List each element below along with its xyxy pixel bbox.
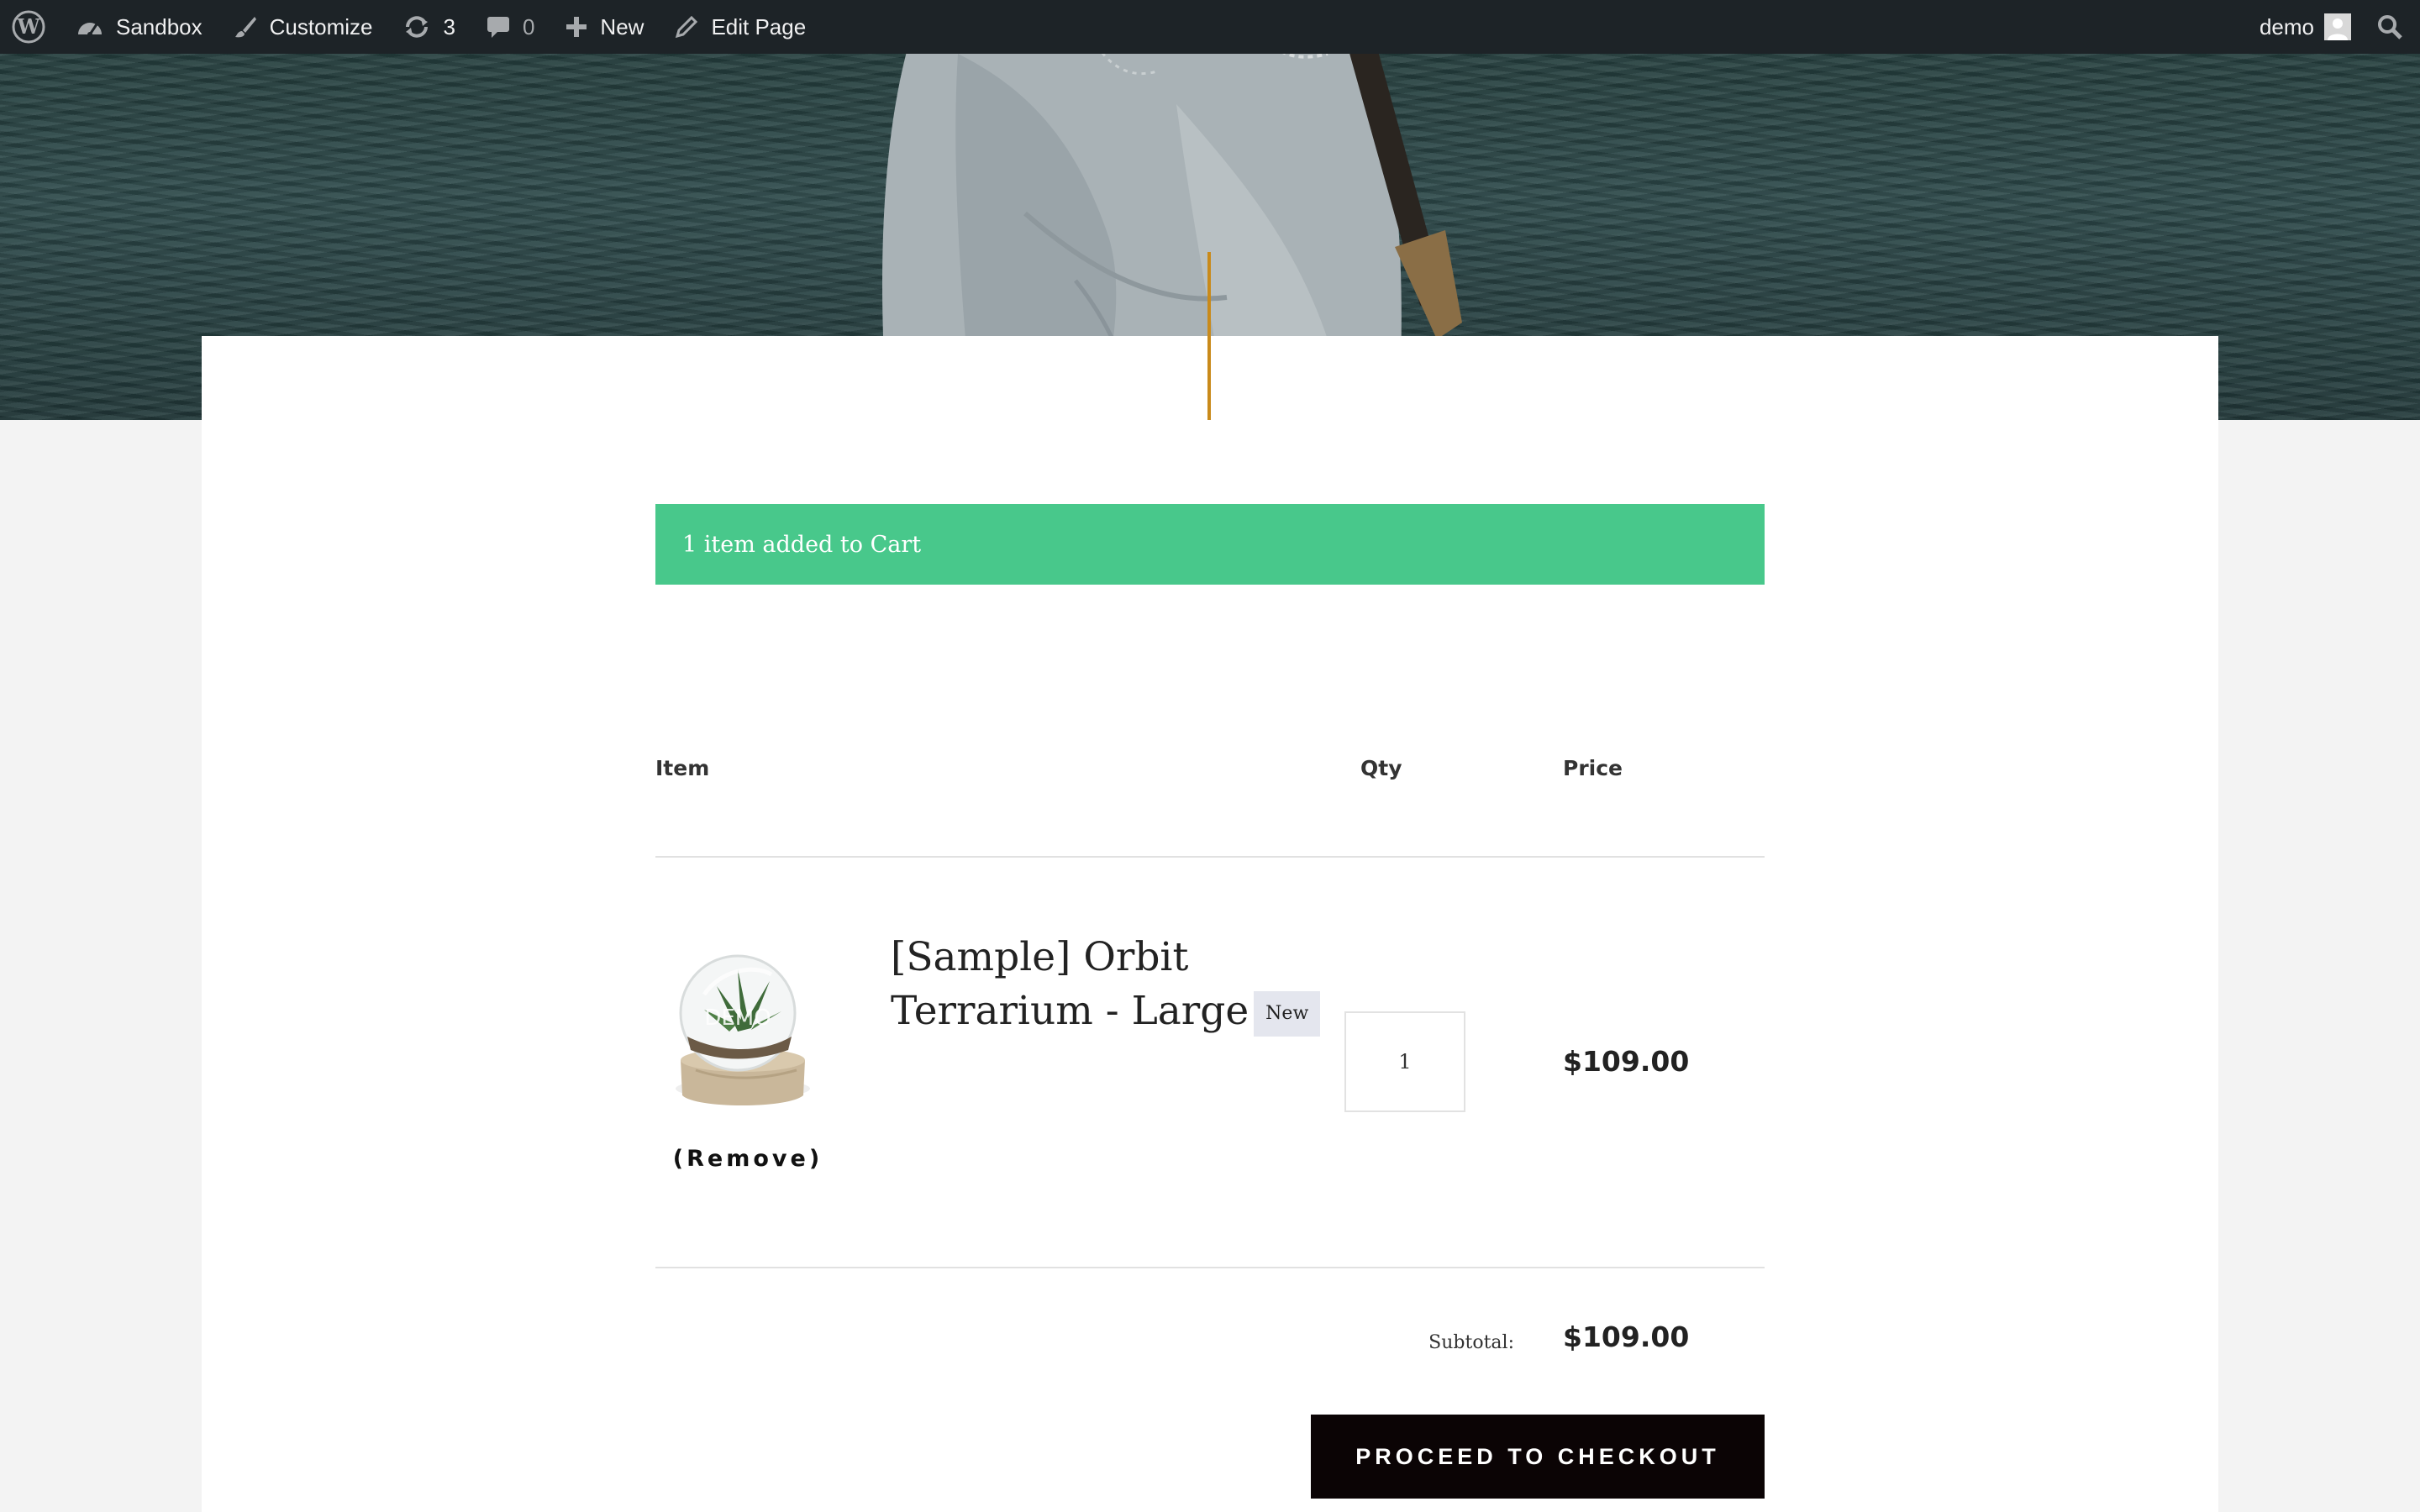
column-header-qty: Qty [1360, 756, 1402, 780]
svg-text:W: W [17, 14, 41, 39]
product-name-link[interactable]: [Sample] Orbit Terrarium - Large New [891, 931, 1361, 1038]
column-header-price: Price [1563, 756, 1623, 780]
subtotal-value: $109.00 [1563, 1320, 1690, 1353]
item-price: $109.00 [1563, 1045, 1690, 1078]
dashboard-icon [76, 14, 104, 39]
plus-icon [565, 15, 588, 39]
comment-bubble-icon [486, 14, 511, 39]
search-icon [2376, 13, 2403, 40]
accent-divider-line [1207, 252, 1211, 420]
edit-page-menu[interactable]: Edit Page [659, 0, 821, 54]
edit-page-label: Edit Page [711, 13, 807, 39]
header-divider [655, 856, 1765, 858]
updates-icon [402, 14, 431, 39]
new-badge: New [1254, 991, 1321, 1037]
site-name-menu[interactable]: Sandbox [60, 0, 218, 54]
product-name-text: [Sample] Orbit Terrarium - Large [891, 934, 1249, 1034]
search-menu[interactable] [2361, 0, 2420, 54]
remove-item-link[interactable]: (Remove) [655, 1146, 840, 1172]
user-name: demo [2259, 13, 2314, 39]
subtotal-label: Subtotal: [1428, 1332, 1514, 1353]
quantity-input[interactable] [1344, 1011, 1465, 1112]
admin-bar: W Sandbox Customize 3 0 New Edit Page de… [0, 0, 2420, 54]
updates-count: 3 [443, 13, 455, 39]
demo-watermark: DEMO [704, 1005, 771, 1031]
item-divider [655, 1267, 1765, 1268]
avatar [2324, 13, 2351, 40]
updates-menu[interactable]: 3 [387, 0, 470, 54]
wordpress-logo-icon: W [12, 10, 45, 44]
proceed-to-checkout-button[interactable]: PROCEED TO CHECKOUT [1311, 1415, 1765, 1499]
cart-notice-message: 1 item added to Cart [682, 531, 922, 558]
column-header-item: Item [655, 756, 710, 780]
customize-menu[interactable]: Customize [218, 0, 388, 54]
wordpress-logo-menu[interactable]: W [0, 0, 60, 54]
customize-label: Customize [269, 13, 373, 39]
site-name-label: Sandbox [116, 13, 203, 39]
pencil-icon [674, 14, 699, 39]
new-content-menu[interactable]: New [550, 0, 659, 54]
comments-count: 0 [522, 13, 535, 39]
cart-notice-banner: 1 item added to Cart [655, 504, 1765, 585]
user-account-menu[interactable]: demo [2244, 0, 2361, 54]
paintbrush-icon [233, 14, 258, 39]
new-label: New [600, 13, 644, 39]
comments-menu[interactable]: 0 [471, 0, 550, 54]
product-thumbnail[interactable]: DEMO [671, 944, 839, 1121]
